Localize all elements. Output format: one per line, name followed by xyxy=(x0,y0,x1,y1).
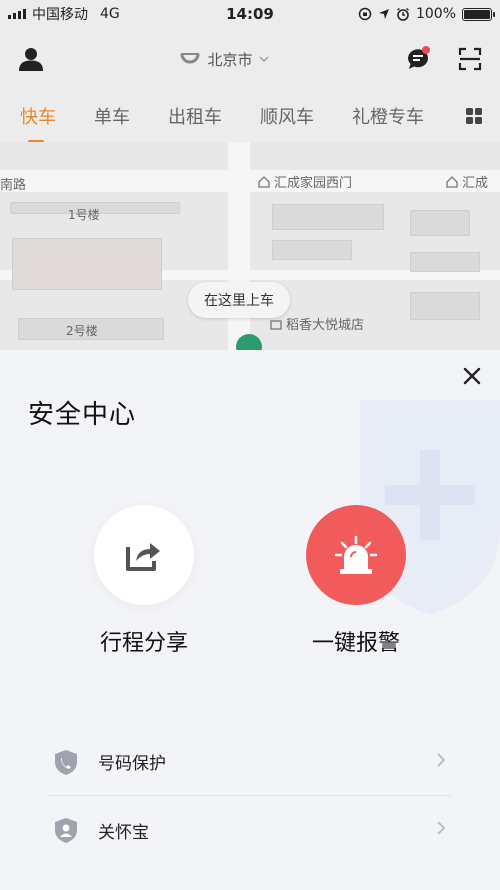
map-view[interactable]: 南路 1号楼 2号楼 汇成家园西门 汇成 稻香大悦城店 在这里上车 xyxy=(0,142,500,352)
trip-share-circle[interactable] xyxy=(94,505,194,605)
app-header: 北京市 xyxy=(0,28,500,90)
city-name: 北京市 xyxy=(207,50,253,69)
status-bar: 中国移动 4G 14:09 100% xyxy=(0,0,500,28)
battery-percent: 100% xyxy=(415,6,456,22)
map-road-label: 南路 xyxy=(0,178,27,193)
siren-icon xyxy=(334,535,378,574)
map-building xyxy=(410,252,480,272)
close-button[interactable] xyxy=(458,362,486,390)
safety-options-list: 号码保护 关怀宝 xyxy=(48,728,452,864)
profile-icon[interactable] xyxy=(18,46,44,72)
network-type: 4G xyxy=(100,6,120,22)
chevron-right-icon xyxy=(437,753,446,767)
map-road xyxy=(228,142,250,352)
alarm-clock-icon xyxy=(397,7,409,21)
pickup-tooltip[interactable]: 在这里上车 xyxy=(188,282,290,318)
map-poi: 稻香大悦城店 xyxy=(270,314,364,333)
tab-shunfengche[interactable]: 顺风车 xyxy=(260,103,326,129)
map-poi: 汇成家园西门 xyxy=(258,172,352,191)
emergency-alarm-label: 一键报警 xyxy=(311,631,400,656)
message-icon[interactable] xyxy=(404,45,432,73)
map-building xyxy=(272,204,384,230)
map-building xyxy=(272,240,352,260)
carrier-name: 中国移动 xyxy=(32,7,88,23)
map-poi-label: 汇成家园西门 xyxy=(274,176,353,191)
rotation-lock-icon xyxy=(358,7,372,21)
emergency-alarm-button[interactable]: 一键报警 xyxy=(286,505,426,657)
more-services-icon[interactable] xyxy=(466,108,482,124)
list-item-label: 关怀宝 xyxy=(98,822,149,843)
shop-icon xyxy=(270,319,282,330)
map-building-label: 2号楼 xyxy=(66,324,98,338)
chevron-right-icon xyxy=(437,821,446,835)
list-item-care-guardian[interactable]: 关怀宝 xyxy=(48,796,452,864)
chevron-down-icon xyxy=(259,56,268,62)
close-icon xyxy=(463,367,481,385)
share-icon xyxy=(126,543,160,571)
emergency-alarm-circle[interactable] xyxy=(306,505,406,605)
list-item-label: 号码保护 xyxy=(98,754,166,774)
battery-icon xyxy=(462,7,495,21)
map-building xyxy=(12,238,162,290)
map-building xyxy=(410,292,480,320)
map-building xyxy=(410,210,470,236)
map-building-label: 1号楼 xyxy=(68,208,100,222)
trip-share-button[interactable]: 行程分享 xyxy=(74,505,214,657)
map-poi-label: 稻香大悦城店 xyxy=(286,318,365,333)
didi-logo-icon xyxy=(180,53,200,64)
map-poi-label: 汇成 xyxy=(462,176,489,191)
home-icon xyxy=(446,175,458,188)
location-arrow-icon xyxy=(378,9,389,19)
tab-chuzuche[interactable]: 出租车 xyxy=(168,103,234,129)
trip-share-label: 行程分享 xyxy=(99,631,188,656)
map-road xyxy=(0,170,500,192)
tab-danche[interactable]: 单车 xyxy=(94,103,142,129)
safety-center-sheet: 安全中心 行程分享 一键报警 号码保护 关怀宝 xyxy=(0,350,500,890)
map-poi: 汇成 xyxy=(446,172,488,191)
person-shield-icon xyxy=(55,818,77,843)
list-item-number-protection[interactable]: 号码保护 xyxy=(48,728,452,796)
phone-shield-icon xyxy=(55,749,77,775)
sheet-title: 安全中心 xyxy=(28,400,137,430)
scan-icon[interactable] xyxy=(458,47,482,71)
tab-lichengzhuanche[interactable]: 礼橙专车 xyxy=(352,103,436,129)
service-tabs: 快车 单车 出租车 顺风车 礼橙专车 xyxy=(0,90,500,143)
signal-icon xyxy=(8,9,26,19)
city-selector[interactable]: 北京市 xyxy=(179,49,268,70)
tab-kuaiche[interactable]: 快车 xyxy=(20,103,68,143)
home-icon xyxy=(258,175,270,188)
